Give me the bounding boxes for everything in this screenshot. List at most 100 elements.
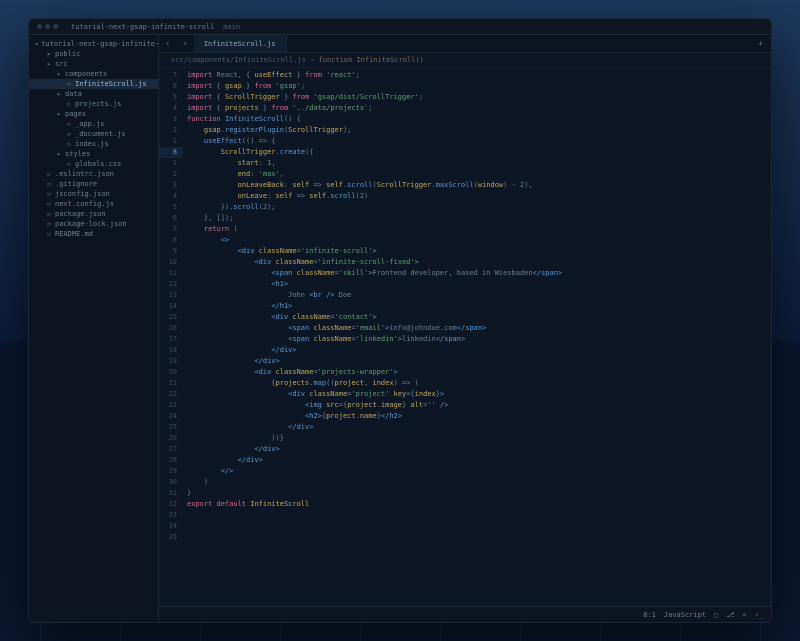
panel-icon[interactable]: ▢ [714, 611, 718, 619]
tree-item[interactable]: ▫_app.js [29, 119, 158, 129]
line-number[interactable]: 11 [159, 268, 183, 279]
cursor-position[interactable]: 8:1 [643, 611, 656, 619]
code-line[interactable]: } [183, 488, 771, 499]
line-number[interactable]: 6 [159, 213, 183, 224]
line-number[interactable]: 18 [159, 345, 183, 356]
tree-item[interactable]: ▸public [29, 49, 158, 59]
line-number[interactable]: 32 [159, 499, 183, 510]
file-tree[interactable]: ▸tutorial-next-gsap-infinite-scroll▸publ… [29, 35, 159, 622]
tree-item[interactable]: ▸components [29, 69, 158, 79]
tree-item[interactable]: ▫jsconfig.json [29, 189, 158, 199]
line-number[interactable]: 5 [159, 202, 183, 213]
code-line[interactable]: function InfiniteScroll() { [183, 114, 771, 125]
line-number[interactable]: 24 [159, 411, 183, 422]
line-number[interactable]: 9 [159, 246, 183, 257]
code-line[interactable]: import { ScrollTrigger } from 'gsap/dist… [183, 92, 771, 103]
line-number[interactable]: 15 [159, 312, 183, 323]
line-number[interactable]: 3 [159, 180, 183, 191]
line-number[interactable]: 14 [159, 301, 183, 312]
line-number[interactable]: 13 [159, 290, 183, 301]
line-number[interactable]: 22 [159, 389, 183, 400]
code-line[interactable]: ) [183, 477, 771, 488]
code-line[interactable]: return ( [183, 224, 771, 235]
titlebar[interactable]: tutorial-next-gsap-infinite-scroll main [29, 19, 771, 35]
search-icon[interactable]: ⌕ [742, 611, 746, 619]
line-number[interactable]: 6 [159, 81, 183, 92]
code-line[interactable]: <> [183, 235, 771, 246]
code-line[interactable]: end: 'max', [183, 169, 771, 180]
tree-item[interactable]: ▫.gitignore [29, 179, 158, 189]
code-line[interactable]: import { gsap } from 'gsap'; [183, 81, 771, 92]
line-number[interactable]: 19 [159, 356, 183, 367]
tree-item[interactable]: ▫.eslintrc.json [29, 169, 158, 179]
tree-item[interactable]: ▫next.config.js [29, 199, 158, 209]
tree-item[interactable]: ▸tutorial-next-gsap-infinite-scroll [29, 39, 158, 49]
code-line[interactable]: ))} [183, 433, 771, 444]
code-line[interactable]: <span className='linkedin'>linkedin</spa… [183, 334, 771, 345]
code-line[interactable]: <span className='email'>info@johndoe.com… [183, 323, 771, 334]
code-line[interactable]: </div> [183, 356, 771, 367]
tree-item[interactable]: ▸src [29, 59, 158, 69]
line-number[interactable]: 33 [159, 510, 183, 521]
line-number[interactable]: 30 [159, 477, 183, 488]
line-number[interactable]: 25 [159, 422, 183, 433]
code-line[interactable]: <div className='infinite-scroll-fixed'> [183, 257, 771, 268]
git-branch[interactable]: main [223, 23, 240, 31]
code-line[interactable]: </div> [183, 345, 771, 356]
code-line[interactable]: <h2>{project.name}</h2> [183, 411, 771, 422]
tree-item[interactable]: ▸styles [29, 149, 158, 159]
code-line[interactable]: </div> [183, 444, 771, 455]
line-number[interactable]: 20 [159, 367, 183, 378]
code-line[interactable]: onLeaveBack: self => self.scroll(ScrollT… [183, 180, 771, 191]
code-line[interactable]: }, []); [183, 213, 771, 224]
code-area[interactable]: import React, { useEffect } from 'react'… [183, 68, 771, 606]
code-line[interactable]: <div className='infinite-scroll'> [183, 246, 771, 257]
tab-prev-icon[interactable]: ‹ [159, 39, 176, 49]
line-number[interactable]: 10 [159, 257, 183, 268]
tab-next-icon[interactable]: › [176, 39, 193, 49]
line-number[interactable]: 23 [159, 400, 183, 411]
line-number[interactable]: 28 [159, 455, 183, 466]
tree-item[interactable]: ▫_document.js [29, 129, 158, 139]
line-number[interactable]: 35 [159, 532, 183, 543]
code-line[interactable]: onLeave: self => self.scroll(2) [183, 191, 771, 202]
line-number[interactable]: 7 [159, 70, 183, 81]
code-line[interactable]: import { projects } from '../data/projec… [183, 103, 771, 114]
code-line[interactable]: <div className='projects-wrapper'> [183, 367, 771, 378]
line-number[interactable]: 21 [159, 378, 183, 389]
tree-item[interactable]: ▫InfiniteScroll.js [29, 79, 158, 89]
tree-item[interactable]: ▫index.js [29, 139, 158, 149]
line-number[interactable]: 8 [159, 235, 183, 246]
window-close-icon[interactable] [37, 24, 42, 29]
tab-add-icon[interactable]: + [750, 39, 771, 48]
line-gutter[interactable]: 7654321812345678910111213141516171819202… [159, 68, 183, 606]
line-number[interactable]: 27 [159, 444, 183, 455]
line-number[interactable]: 8 [159, 147, 183, 158]
tree-item[interactable]: ▫package.json [29, 209, 158, 219]
git-icon[interactable]: ⎇ [726, 611, 734, 619]
code-line[interactable]: </> [183, 466, 771, 477]
code-line[interactable]: }).scroll(2); [183, 202, 771, 213]
code-line[interactable]: </h1> [183, 301, 771, 312]
line-number[interactable]: 12 [159, 279, 183, 290]
line-number[interactable]: 2 [159, 125, 183, 136]
tree-item[interactable]: ▫globals.css [29, 159, 158, 169]
code-line[interactable]: export default InfiniteScroll [183, 499, 771, 510]
code-line[interactable]: <h1> [183, 279, 771, 290]
line-number[interactable]: 31 [159, 488, 183, 499]
language-mode[interactable]: JavaScript [664, 611, 706, 619]
code-line[interactable]: <div className='project' key={index}> [183, 389, 771, 400]
tree-item[interactable]: ▸pages [29, 109, 158, 119]
line-number[interactable]: 3 [159, 114, 183, 125]
tree-item[interactable]: ▸data [29, 89, 158, 99]
code-line[interactable]: start: 1, [183, 158, 771, 169]
line-number[interactable]: 29 [159, 466, 183, 477]
breadcrumb[interactable]: src/components/InfiniteScroll.js › funct… [159, 53, 771, 68]
code-line[interactable]: <span className='skill'>Frontend develop… [183, 268, 771, 279]
code-line[interactable]: </div> [183, 455, 771, 466]
line-number[interactable]: 34 [159, 521, 183, 532]
line-number[interactable]: 26 [159, 433, 183, 444]
terminal-icon[interactable]: ›_ [755, 611, 763, 619]
line-number[interactable]: 4 [159, 103, 183, 114]
line-number[interactable]: 2 [159, 169, 183, 180]
